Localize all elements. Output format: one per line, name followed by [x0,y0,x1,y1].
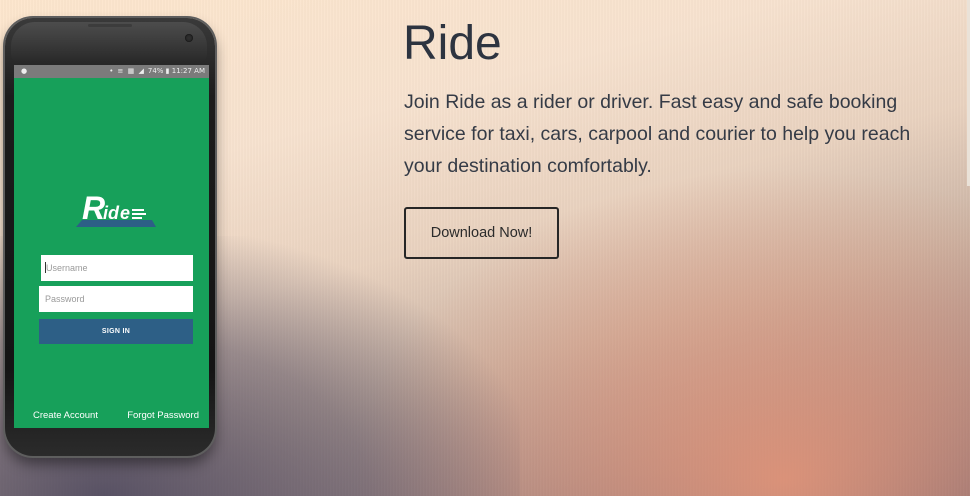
phone-screen: ● • ≡ ▦ ◢74% ▮ 11:27 AM R id e SIGN IN C… [14,65,209,428]
status-bar: ● • ≡ ▦ ◢ 74% ▮ 11:27 AM [14,65,209,78]
forgot-password-link[interactable]: Forgot Password [127,410,199,421]
sign-in-button[interactable]: SIGN IN [39,319,193,344]
username-input[interactable] [39,255,193,281]
password-input[interactable] [39,286,193,312]
svg-text:e: e [120,203,130,223]
battery-percent: 74% [147,67,164,75]
status-time: 11:27 AM [171,67,205,75]
status-right-group: • ≡ ▦ ◢ 74% ▮ 11:27 AM [109,65,205,78]
phone-mockup: ● • ≡ ▦ ◢74% ▮ 11:27 AM R id e SIGN IN C… [5,18,215,456]
ride-logo: R id e [76,190,156,227]
notification-icon: ● [21,67,28,75]
phone-speaker [88,24,132,27]
battery-icon: ▮ [165,67,170,75]
create-account-link[interactable]: Create Account [33,410,98,421]
text-cursor [45,262,46,273]
signal-icon: • ≡ ▦ ◢ [109,67,145,75]
download-now-button[interactable]: Download Now! [404,207,559,259]
hero-description: Join Ride as a rider or driver. Fast eas… [404,91,911,177]
svg-text:R: R [82,190,105,226]
phone-glare [11,22,207,62]
camera-icon [185,34,193,42]
page-title: Ride [403,17,502,70]
svg-text:id: id [103,203,120,223]
